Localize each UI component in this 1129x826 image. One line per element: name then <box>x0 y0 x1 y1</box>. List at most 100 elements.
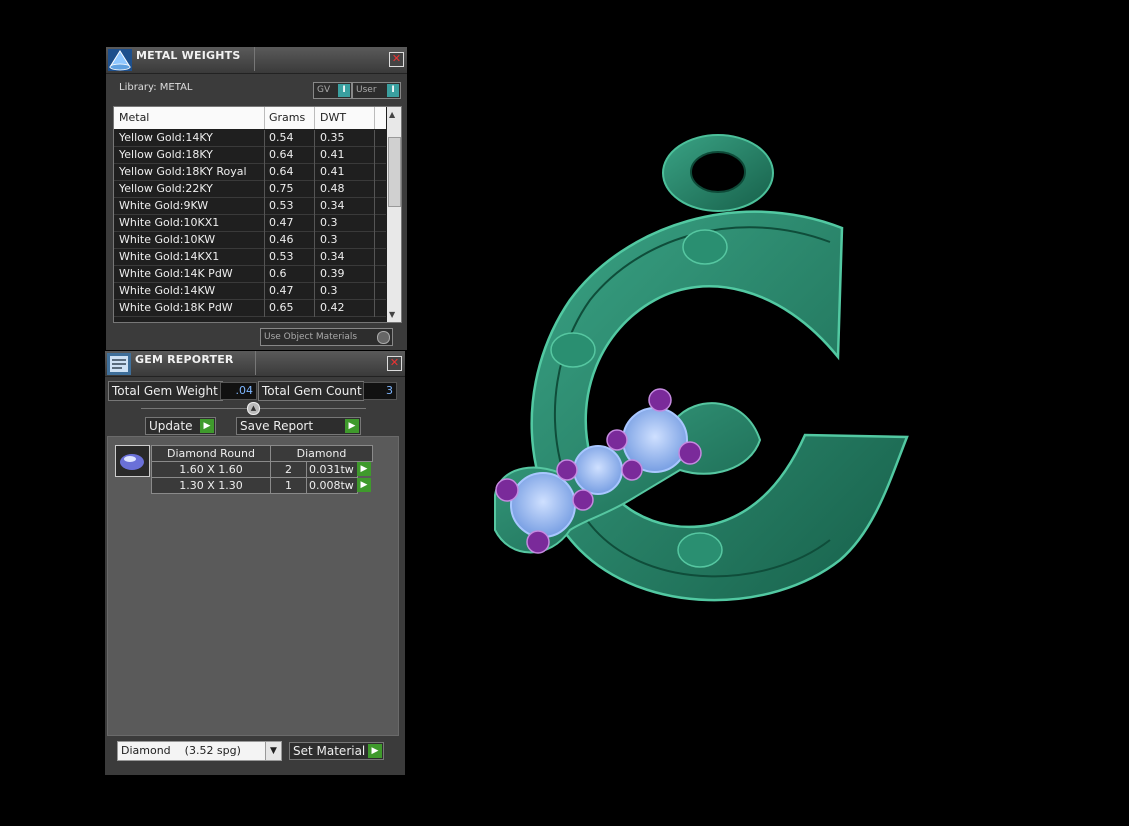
diamond-gem[interactable] <box>573 445 623 495</box>
set-material-button[interactable]: Set Material ▶ <box>289 742 384 760</box>
metal-dwt: 0.41 <box>320 148 345 161</box>
select-gems-arrow-icon[interactable]: ▶ <box>357 462 371 476</box>
select-gems-arrow-icon[interactable]: ▶ <box>357 478 371 492</box>
scroll-thumb[interactable] <box>388 137 401 207</box>
metal-name: Yellow Gold:22KY <box>119 182 213 195</box>
gem-material-header: Diamond <box>270 445 373 462</box>
metal-name: Yellow Gold:18KY Royal <box>119 165 247 178</box>
metal-grams: 0.64 <box>269 148 294 161</box>
metal-weights-close-button[interactable]: ✕ <box>389 52 404 67</box>
metal-dwt: 0.39 <box>320 267 345 280</box>
metal-grams: 0.46 <box>269 233 294 246</box>
metal-dwt: 0.48 <box>320 182 345 195</box>
heart-decor <box>682 229 728 265</box>
metal-name: Yellow Gold:14KY <box>119 131 213 144</box>
3d-viewport[interactable] <box>410 0 1129 823</box>
metal-row[interactable]: Yellow Gold:22KY 0.75 0.48 <box>114 181 386 198</box>
metal-row[interactable]: Yellow Gold:18KY Royal 0.64 0.41 <box>114 164 386 181</box>
metal-grams: 0.75 <box>269 182 294 195</box>
metal-name: White Gold:14KX1 <box>119 250 220 263</box>
metal-name: White Gold:9KW <box>119 199 209 212</box>
metal-name: White Gold:18K PdW <box>119 301 233 314</box>
diamond-round-thumbnail[interactable] <box>115 445 150 477</box>
column-header-dwt[interactable]: DWT <box>320 111 346 124</box>
metal-grams: 0.6 <box>269 267 287 280</box>
metal-row[interactable]: White Gold:10KX1 0.47 0.3 <box>114 215 386 232</box>
save-report-arrow-icon: ▶ <box>345 419 359 433</box>
metal-grams: 0.47 <box>269 284 294 297</box>
metal-row[interactable]: White Gold:14K PdW 0.6 0.39 <box>114 266 386 283</box>
metal-grams: 0.64 <box>269 165 294 178</box>
total-gem-weight-label: Total Gem Weight <box>108 381 223 401</box>
column-header-grams[interactable]: Grams <box>269 111 305 124</box>
letter-c-pendant-model[interactable] <box>410 0 1129 823</box>
metal-grams: 0.53 <box>269 199 294 212</box>
metal-grams: 0.47 <box>269 216 294 229</box>
metal-dwt: 0.35 <box>320 131 345 144</box>
round-gem-icon <box>120 454 144 470</box>
save-report-button[interactable]: Save Report ▶ <box>236 417 361 435</box>
gem-count-cell: 1 <box>270 477 307 494</box>
gem-size-cell: 1.60 X 1.60 <box>151 461 271 478</box>
gv-toggle[interactable]: GV I <box>313 82 352 99</box>
column-header-metal[interactable]: Metal <box>119 111 149 124</box>
metal-name: White Gold:14K PdW <box>119 267 233 280</box>
metal-table-scrollbar[interactable]: ▲ ▼ <box>387 107 401 322</box>
metal-grams: 0.65 <box>269 301 294 314</box>
heart-decor <box>550 332 596 368</box>
gem-reporter-titlebar[interactable]: GEM REPORTER ✕ <box>105 351 405 377</box>
chevron-down-icon[interactable]: ▼ <box>265 742 281 760</box>
metal-dwt: 0.34 <box>320 199 345 212</box>
metal-name: White Gold:10KW <box>119 233 216 246</box>
gem-count-cell: 2 <box>270 461 307 478</box>
metal-grams: 0.54 <box>269 131 294 144</box>
gv-toggle-knob: I <box>338 84 350 97</box>
gem-reporter-panel: GEM REPORTER ✕ Total Gem Weight .04 Tota… <box>105 351 405 775</box>
gem-weight-cell: 0.031tw <box>306 461 358 478</box>
total-gem-count-value: 3 <box>363 382 397 400</box>
metal-weights-titlebar[interactable]: METAL WEIGHTS ✕ <box>106 47 407 74</box>
gem-weight-cell: 0.008tw <box>306 477 358 494</box>
user-toggle[interactable]: User I <box>352 82 401 99</box>
metal-row[interactable]: Yellow Gold:18KY 0.64 0.41 <box>114 147 386 164</box>
bail-ring <box>662 134 774 212</box>
metal-dwt: 0.3 <box>320 233 338 246</box>
set-material-arrow-icon: ▶ <box>368 744 382 758</box>
update-arrow-icon: ▶ <box>200 419 214 433</box>
scroll-down-icon[interactable]: ▼ <box>389 310 395 319</box>
panel-splitter-handle[interactable]: ▲ <box>247 402 260 415</box>
metal-dwt: 0.41 <box>320 165 345 178</box>
user-toggle-knob: I <box>387 84 399 97</box>
metal-name: Yellow Gold:18KY <box>119 148 213 161</box>
metal-row[interactable]: White Gold:18K PdW 0.65 0.42 <box>114 300 386 317</box>
heart-decor <box>677 532 723 568</box>
update-button[interactable]: Update ▶ <box>145 417 216 435</box>
metal-grams: 0.53 <box>269 250 294 263</box>
gem-reporter-icon <box>107 353 131 375</box>
library-label: Library: METAL <box>119 82 193 93</box>
metal-dwt: 0.3 <box>320 284 338 297</box>
scroll-up-icon[interactable]: ▲ <box>389 110 395 119</box>
diamond-gem[interactable] <box>510 472 576 538</box>
gem-size-cell: 1.30 X 1.30 <box>151 477 271 494</box>
use-object-materials-knob <box>377 331 390 344</box>
metal-row[interactable]: Yellow Gold:14KY 0.54 0.35 <box>114 130 386 147</box>
metal-table-header: Metal Grams DWT <box>114 107 386 129</box>
metal-row[interactable]: White Gold:9KW 0.53 0.34 <box>114 198 386 215</box>
metal-name: White Gold:14KW <box>119 284 216 297</box>
metal-dwt: 0.34 <box>320 250 345 263</box>
use-object-materials-toggle[interactable]: Use Object Materials <box>260 328 393 346</box>
metal-row[interactable]: White Gold:14KX1 0.53 0.34 <box>114 249 386 266</box>
metal-row[interactable]: White Gold:10KW 0.46 0.3 <box>114 232 386 249</box>
metal-dwt: 0.42 <box>320 301 345 314</box>
gem-reporter-close-button[interactable]: ✕ <box>387 356 402 371</box>
metal-dwt: 0.3 <box>320 216 338 229</box>
gem-report-area: Diamond Round Diamond 1.60 X 1.60 2 0.03… <box>107 436 399 736</box>
total-gem-weight-value: .04 <box>220 382 257 400</box>
material-select[interactable]: Diamond (3.52 spg) ▼ <box>117 741 282 761</box>
metal-row[interactable]: White Gold:14KW 0.47 0.3 <box>114 283 386 300</box>
gem-reporter-title: GEM REPORTER <box>135 353 234 366</box>
metal-name: White Gold:10KX1 <box>119 216 220 229</box>
total-gem-count-label: Total Gem Count <box>258 381 364 401</box>
metal-weights-title: METAL WEIGHTS <box>136 49 241 62</box>
